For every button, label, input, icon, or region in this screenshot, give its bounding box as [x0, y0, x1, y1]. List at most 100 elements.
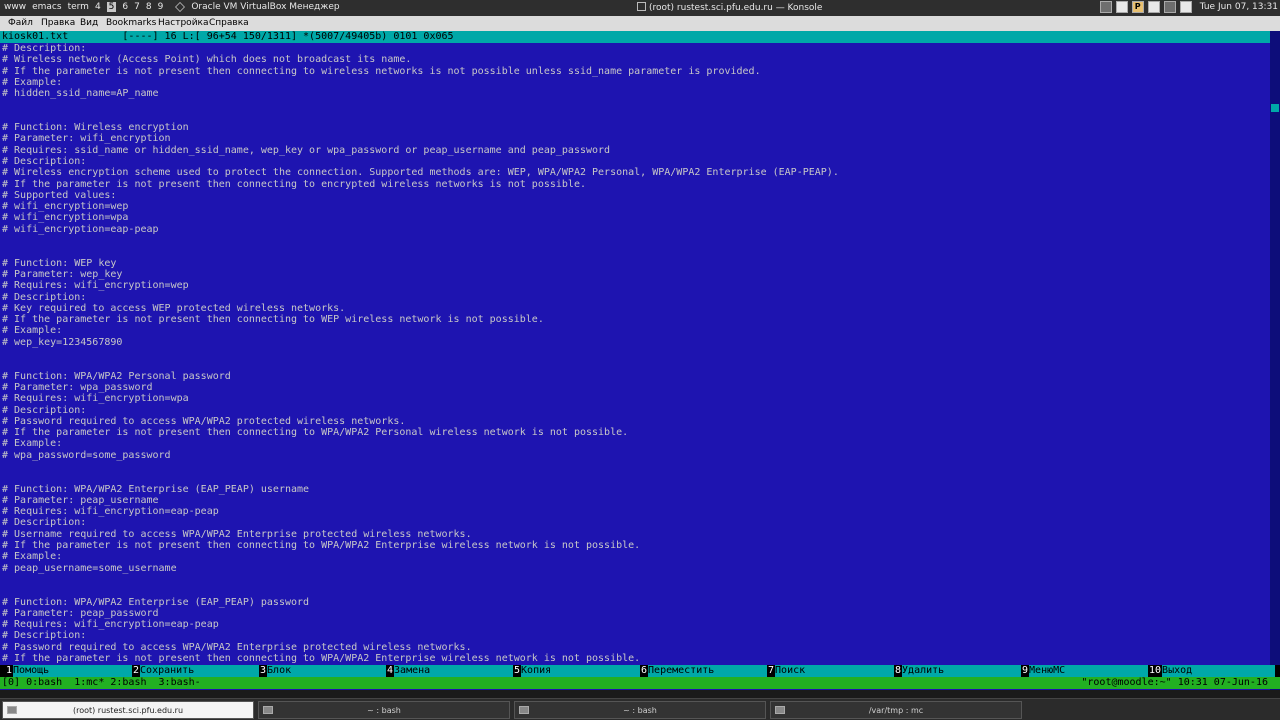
active-window-title[interactable]: (root) rustest.sci.pfu.edu.ru — Konsole: [637, 2, 822, 13]
scrollbar[interactable]: [1270, 31, 1280, 690]
fkey-10[interactable]: 10Выход: [1149, 665, 1276, 677]
fkey-6[interactable]: 6Переместить: [641, 665, 768, 677]
editor-line[interactable]: # Parameter: wifi_encryption: [2, 133, 1268, 144]
taskbar-task[interactable]: ~ : bash: [514, 701, 766, 719]
fkey-5[interactable]: 5Копия: [514, 665, 641, 677]
menu-bookmarks[interactable]: Bookmarks: [106, 18, 156, 28]
editor-line[interactable]: # Parameter: wep_key: [2, 269, 1268, 280]
fkey-3[interactable]: 3Блок: [260, 665, 387, 677]
editor-line[interactable]: # Function: WPA/WPA2 Enterprise (EAP_PEA…: [2, 597, 1268, 608]
desktop-7[interactable]: 7: [134, 2, 140, 12]
editor-line[interactable]: # wifi_encryption=wpa: [2, 212, 1268, 223]
editor-line[interactable]: # Supported values:: [2, 190, 1268, 201]
editor-line[interactable]: # If the parameter is not present then c…: [2, 314, 1268, 325]
editor-line[interactable]: # Function: WPA/WPA2 Enterprise (EAP_PEA…: [2, 484, 1268, 495]
editor-line[interactable]: # Function: Wireless encryption: [2, 122, 1268, 133]
editor-line[interactable]: # wifi_encryption=eap-peap: [2, 224, 1268, 235]
launcher-www[interactable]: www: [4, 2, 26, 12]
editor-line[interactable]: [2, 574, 1268, 585]
editor-line[interactable]: # Requires: wifi_encryption=eap-peap: [2, 506, 1268, 517]
editor-line[interactable]: # Wireless encryption scheme used to pro…: [2, 167, 1268, 178]
editor-line[interactable]: # Function: WEP key: [2, 258, 1268, 269]
editor-line[interactable]: # wpa_password=some_password: [2, 450, 1268, 461]
launcher-emacs[interactable]: emacs: [32, 2, 61, 12]
tmux-host-time: "root@moodle:~" 10:31 07-Jun-16: [1081, 677, 1268, 688]
editor-line[interactable]: [2, 585, 1268, 596]
editor-line[interactable]: # Requires: ssid_name or hidden_ssid_nam…: [2, 145, 1268, 156]
fkey-1[interactable]: 1Помощь: [6, 665, 133, 677]
taskbar-task[interactable]: /var/tmp : mc: [770, 701, 1022, 719]
editor-line[interactable]: # Parameter: wpa_password: [2, 382, 1268, 393]
menu-edit[interactable]: Правка: [41, 18, 75, 28]
editor-line[interactable]: # Key required to access WEP protected w…: [2, 303, 1268, 314]
fkey-7[interactable]: 7Поиск: [768, 665, 895, 677]
editor-text-area[interactable]: # Description: # Wireless network (Access…: [2, 43, 1268, 664]
editor-line[interactable]: [2, 461, 1268, 472]
fkey-8[interactable]: 8Удалить: [895, 665, 1022, 677]
fkey-9[interactable]: 9МенюMC: [1022, 665, 1149, 677]
editor-line[interactable]: [2, 359, 1268, 370]
editor-line[interactable]: # wifi_encryption=wep: [2, 201, 1268, 212]
editor-line[interactable]: # hidden_ssid_name=AP_name: [2, 88, 1268, 99]
menu-file[interactable]: Файл: [8, 18, 33, 28]
tmux-window-list[interactable]: [0] 0:bash 1:mc* 2:bash 3:bash-: [2, 677, 201, 689]
desktop-5[interactable]: 5: [106, 2, 117, 12]
editor-line[interactable]: # Function: WPA/WPA2 Personal password: [2, 371, 1268, 382]
editor-line[interactable]: # If the parameter is not present then c…: [2, 427, 1268, 438]
desktop-4[interactable]: 4: [95, 2, 101, 12]
virtualbox-task[interactable]: Oracle VM VirtualBox Менеджер: [191, 2, 339, 12]
editor-line[interactable]: # Description:: [2, 43, 1268, 54]
editor-line[interactable]: # Requires: wifi_encryption=wep: [2, 280, 1268, 291]
editor-line[interactable]: # Parameter: peap_password: [2, 608, 1268, 619]
launcher-term[interactable]: term: [68, 2, 89, 12]
editor-line[interactable]: # Requires: wifi_encryption=wpa: [2, 393, 1268, 404]
editor-line[interactable]: # Password required to access WPA/WPA2 p…: [2, 416, 1268, 427]
page-icon[interactable]: [1179, 1, 1192, 13]
editor-line[interactable]: # Wireless network (Access Point) which …: [2, 54, 1268, 65]
editor-line[interactable]: # If the parameter is not present then c…: [2, 540, 1268, 551]
keyboard-layout-icon[interactable]: [1115, 1, 1128, 13]
document-icon[interactable]: [1147, 1, 1160, 13]
desktop-9[interactable]: 9: [158, 2, 164, 12]
scrollbar-thumb[interactable]: [1271, 104, 1279, 112]
editor-line[interactable]: [2, 246, 1268, 257]
taskbar-task[interactable]: (root) rustest.sci.pfu.edu.ru: [2, 701, 254, 719]
fkey-4[interactable]: 4Замена: [387, 665, 514, 677]
editor-line[interactable]: # Description:: [2, 517, 1268, 528]
editor-line[interactable]: # Description:: [2, 292, 1268, 303]
editor-line[interactable]: # Example:: [2, 438, 1268, 449]
fkey-number: 1: [6, 665, 14, 676]
editor-line[interactable]: [2, 472, 1268, 483]
editor-line[interactable]: # Username required to access WPA/WPA2 E…: [2, 529, 1268, 540]
editor-line[interactable]: # If the parameter is not present then c…: [2, 179, 1268, 190]
editor-line[interactable]: # Description:: [2, 156, 1268, 167]
p-tray-icon[interactable]: P: [1131, 1, 1144, 13]
editor-line[interactable]: [2, 235, 1268, 246]
editor-line[interactable]: # Example:: [2, 325, 1268, 336]
editor-line[interactable]: # wep_key=1234567890: [2, 337, 1268, 348]
menu-view[interactable]: Вид: [80, 18, 98, 28]
desktop-6[interactable]: 6: [122, 2, 128, 12]
editor-line[interactable]: # If the parameter is not present then c…: [2, 66, 1268, 77]
editor-line[interactable]: # Description:: [2, 405, 1268, 416]
desktop-8[interactable]: 8: [146, 2, 152, 12]
editor-line[interactable]: # Example:: [2, 77, 1268, 88]
editor-line[interactable]: [2, 99, 1268, 110]
editor-line[interactable]: [2, 111, 1268, 122]
editor-line[interactable]: # Description:: [2, 630, 1268, 641]
taskbar-task[interactable]: ~ : bash: [258, 701, 510, 719]
network-icon[interactable]: [1099, 1, 1112, 13]
editor-line[interactable]: # If the parameter is not present then c…: [2, 653, 1268, 664]
clock[interactable]: Tue Jun 07, 13:31: [1200, 2, 1278, 12]
menu-help[interactable]: Справка: [209, 18, 249, 28]
editor-line[interactable]: # Requires: wifi_encryption=eap-peap: [2, 619, 1268, 630]
editor-line[interactable]: # peap_username=some_username: [2, 563, 1268, 574]
editor-line[interactable]: # Password required to access WPA/WPA2 E…: [2, 642, 1268, 653]
editor-line[interactable]: # Parameter: peap_username: [2, 495, 1268, 506]
mcedit-editor[interactable]: kiosk01.txt [----] 16 L:[ 96+54 150/1311…: [0, 31, 1280, 690]
menu-settings[interactable]: Настройка: [158, 18, 209, 28]
editor-line[interactable]: [2, 348, 1268, 359]
monitor-icon[interactable]: [1163, 1, 1176, 13]
fkey-2[interactable]: 2Сохранить: [133, 665, 260, 677]
editor-line[interactable]: # Example:: [2, 551, 1268, 562]
